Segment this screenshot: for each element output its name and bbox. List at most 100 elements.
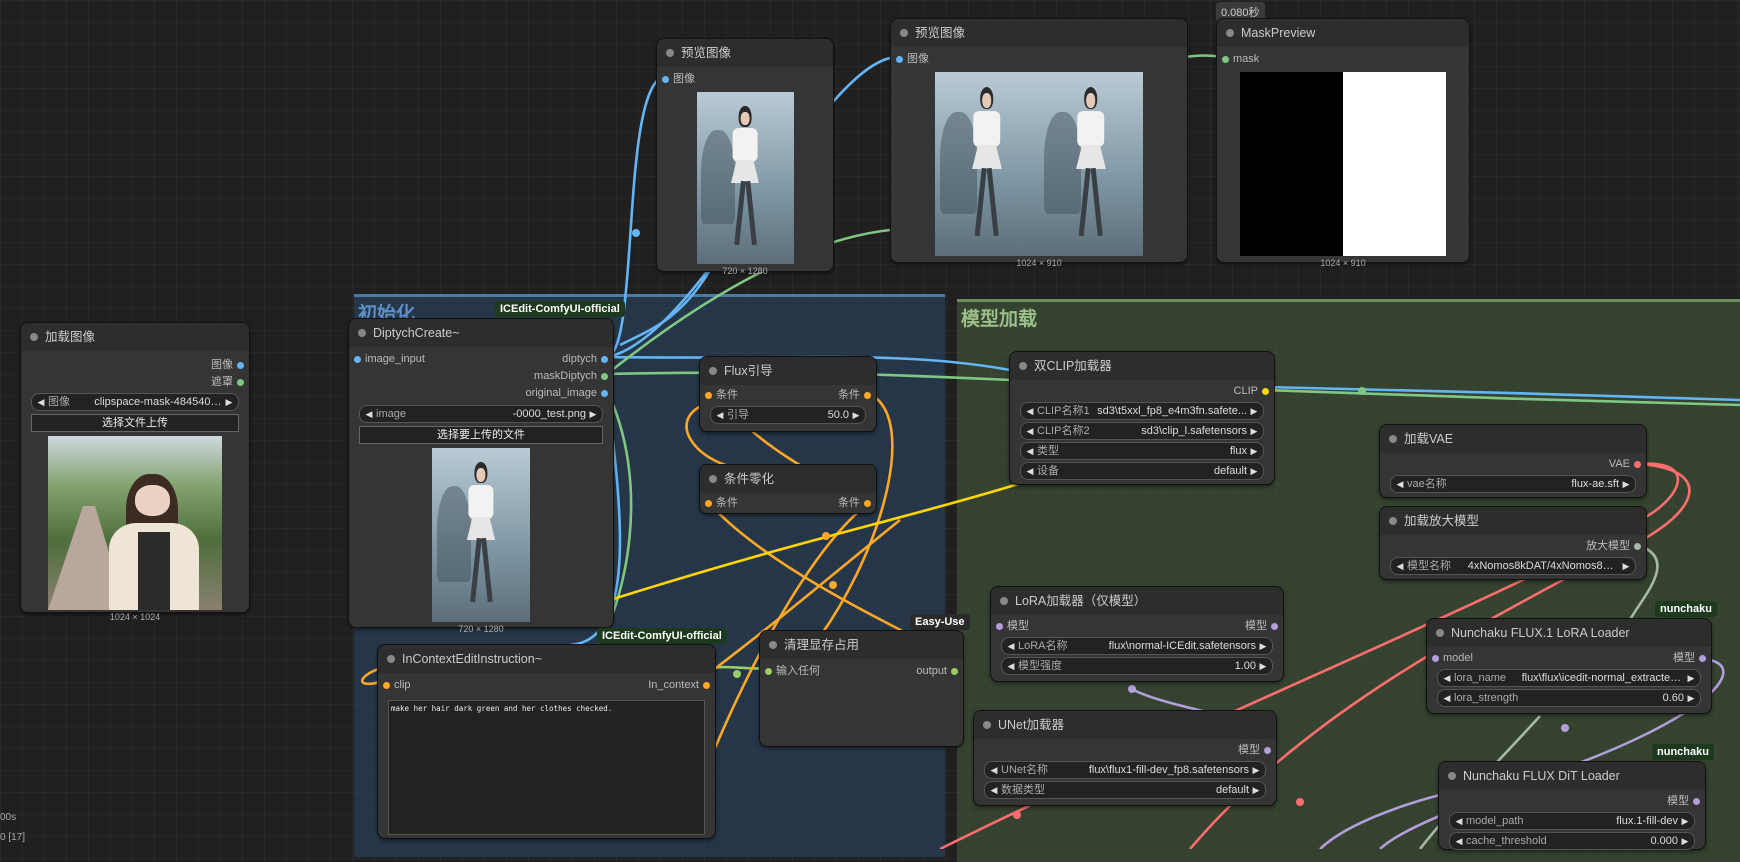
node-title[interactable]: 加载放大模型 bbox=[1380, 507, 1646, 535]
node-title[interactable]: MaskPreview bbox=[1217, 19, 1469, 47]
choose-upload-button[interactable]: 选择要上传的文件 bbox=[359, 426, 603, 444]
output-model[interactable]: 模型 bbox=[974, 742, 1276, 759]
node-title[interactable]: Nunchaku FLUX DiT Loader bbox=[1439, 762, 1705, 790]
input-slot[interactable] bbox=[705, 500, 712, 507]
device-widget[interactable]: ◀ 设备 default ▶ bbox=[1020, 462, 1264, 480]
node-flux-guidance[interactable]: Flux引导 条件 条件 ◀ 引导 50.0 ▶ bbox=[700, 357, 876, 431]
node-preview-image-2[interactable]: 预览图像 图像 1024 × 910 bbox=[891, 19, 1187, 268]
node-title[interactable]: 预览图像 bbox=[891, 19, 1187, 47]
clip-name-2-widget[interactable]: ◀ CLIP名称2 sd3\clip_l.safetensors ▶ bbox=[1020, 422, 1264, 440]
node-title[interactable]: LoRA加载器（仅模型） bbox=[991, 587, 1283, 615]
model-name-widget[interactable]: ◀ 模型名称 4xNomos8kDAT/4xNomos8kD... ▶ bbox=[1390, 557, 1636, 575]
image-select-widget[interactable]: ◀ 图像 clipspace-mask-484540.6.... ▶ bbox=[31, 393, 239, 411]
decrement-arrow-icon[interactable]: ◀ bbox=[1004, 658, 1018, 674]
lora-name-widget[interactable]: ◀ LoRA名称 flux\normal-ICEdit.safetensors ▶ bbox=[1001, 637, 1273, 655]
model-io[interactable]: model 模型 bbox=[1427, 650, 1711, 667]
output-mask-diptych[interactable]: maskDiptych bbox=[349, 368, 613, 385]
increment-arrow-icon[interactable]: ▶ bbox=[1247, 403, 1261, 419]
output-clip[interactable]: CLIP bbox=[1010, 383, 1274, 400]
input-mask[interactable]: mask bbox=[1217, 51, 1469, 68]
guidance-widget[interactable]: ◀ 引导 50.0 ▶ bbox=[710, 406, 866, 424]
output-slot[interactable] bbox=[1264, 747, 1271, 754]
node-title[interactable]: 预览图像 bbox=[657, 39, 833, 67]
increment-arrow-icon[interactable]: ▶ bbox=[1249, 782, 1263, 798]
unet-name-widget[interactable]: ◀ UNet名称 flux\flux1-fill-dev_fp8.safetenso… bbox=[984, 761, 1266, 779]
increment-arrow-icon[interactable]: ▶ bbox=[1619, 558, 1633, 574]
increment-arrow-icon[interactable]: ▶ bbox=[1684, 690, 1698, 706]
input-slot[interactable] bbox=[662, 76, 669, 83]
decrement-arrow-icon[interactable]: ◀ bbox=[34, 394, 48, 410]
input-slot[interactable] bbox=[1222, 56, 1229, 63]
node-title[interactable]: 条件零化 bbox=[700, 465, 876, 493]
vae-name-widget[interactable]: ◀ vae名称 flux-ae.sft ▶ bbox=[1390, 475, 1636, 493]
output-slot[interactable] bbox=[951, 668, 958, 675]
output-model[interactable]: 模型 bbox=[1439, 793, 1705, 810]
input-slot[interactable] bbox=[354, 356, 361, 363]
node-title[interactable]: 加载VAE bbox=[1380, 425, 1646, 453]
image-file-widget[interactable]: ◀ image -0000_test.png ▶ bbox=[359, 405, 603, 423]
node-diptych-create[interactable]: DiptychCreate~ image_input diptych maskDi… bbox=[349, 319, 613, 634]
node-nunchaku-lora-loader[interactable]: Nunchaku FLUX.1 LoRA Loader model 模型 ◀ lor… bbox=[1427, 619, 1711, 713]
node-title[interactable]: Flux引导 bbox=[700, 357, 876, 385]
clip-context-io[interactable]: clip In_context bbox=[378, 677, 715, 694]
increment-arrow-icon[interactable]: ▶ bbox=[586, 406, 600, 422]
lora-name-widget[interactable]: ◀ lora_name flux\flux\icedit-normal_extrac… bbox=[1437, 669, 1701, 687]
node-load-vae[interactable]: 加载VAE VAE ◀ vae名称 flux-ae.sft ▶ bbox=[1380, 425, 1646, 497]
input-image[interactable]: 图像 bbox=[891, 51, 1187, 68]
model-io[interactable]: 模型 模型 bbox=[991, 618, 1283, 635]
decrement-arrow-icon[interactable]: ◀ bbox=[1004, 638, 1018, 654]
output-slot[interactable] bbox=[864, 392, 871, 399]
node-nunchaku-dit-loader[interactable]: Nunchaku FLUX DiT Loader 模型 ◀ model_path f… bbox=[1439, 762, 1705, 850]
decrement-arrow-icon[interactable]: ◀ bbox=[987, 762, 1001, 778]
node-dual-clip-loader[interactable]: 双CLIP加载器 CLIP ◀ CLIP名称1 sd3\t5xxl_fp8_e4m3… bbox=[1010, 352, 1274, 484]
increment-arrow-icon[interactable]: ▶ bbox=[1256, 658, 1270, 674]
output-slot[interactable] bbox=[1634, 543, 1641, 550]
output-slot[interactable] bbox=[601, 356, 608, 363]
output-slot[interactable] bbox=[1262, 388, 1269, 395]
node-title[interactable]: InContextEditInstruction~ bbox=[378, 645, 715, 673]
node-upscale-model-loader[interactable]: 加载放大模型 放大模型 ◀ 模型名称 4xNomos8kDAT/4xNomos8kD… bbox=[1380, 507, 1646, 579]
cond-io[interactable]: 条件 条件 bbox=[700, 495, 876, 512]
decrement-arrow-icon[interactable]: ◀ bbox=[1440, 690, 1454, 706]
node-title[interactable]: DiptychCreate~ bbox=[349, 319, 613, 347]
node-unet-loader[interactable]: UNet加载器 模型 ◀ UNet名称 flux\flux1-fill-dev_fp… bbox=[974, 711, 1276, 805]
model-strength-widget[interactable]: ◀ 模型强度 1.00 ▶ bbox=[1001, 657, 1273, 675]
node-title[interactable]: UNet加载器 bbox=[974, 711, 1276, 739]
decrement-arrow-icon[interactable]: ◀ bbox=[987, 782, 1001, 798]
cond-io[interactable]: 条件 条件 bbox=[700, 387, 876, 404]
upload-file-button[interactable]: 选择文件上传 bbox=[31, 414, 239, 432]
increment-arrow-icon[interactable]: ▶ bbox=[1256, 638, 1270, 654]
decrement-arrow-icon[interactable]: ◀ bbox=[1393, 558, 1407, 574]
node-conditioning-zero[interactable]: 条件零化 条件 条件 bbox=[700, 465, 876, 513]
increment-arrow-icon[interactable]: ▶ bbox=[222, 394, 236, 410]
output-slot[interactable] bbox=[601, 373, 608, 380]
output-slot[interactable] bbox=[601, 390, 608, 397]
output-slot[interactable] bbox=[1693, 798, 1700, 805]
increment-arrow-icon[interactable]: ▶ bbox=[1678, 833, 1692, 849]
output-mask[interactable]: 遮罩 bbox=[21, 374, 249, 391]
increment-arrow-icon[interactable]: ▶ bbox=[1684, 670, 1698, 686]
input-slot[interactable] bbox=[705, 392, 712, 399]
input-slot[interactable] bbox=[1432, 655, 1439, 662]
node-lora-loader-model-only[interactable]: LoRA加载器（仅模型） 模型 模型 ◀ LoRA名称 flux\normal-ICE… bbox=[991, 587, 1283, 681]
decrement-arrow-icon[interactable]: ◀ bbox=[1452, 833, 1466, 849]
increment-arrow-icon[interactable]: ▶ bbox=[1249, 762, 1263, 778]
input-image-input[interactable]: image_input diptych bbox=[349, 351, 613, 368]
input-slot[interactable] bbox=[996, 623, 1003, 630]
decrement-arrow-icon[interactable]: ◀ bbox=[1440, 670, 1454, 686]
model-path-widget[interactable]: ◀ model_path flux.1-fill-dev ▶ bbox=[1449, 812, 1695, 830]
output-slot[interactable] bbox=[1634, 461, 1641, 468]
node-load-image[interactable]: 加载图像 图像 遮罩 ◀ 图像 clipspace-mask-484540.6.… bbox=[21, 323, 249, 622]
node-preview-image-1[interactable]: 预览图像 图像 720 × 1280 bbox=[657, 39, 833, 276]
clip-type-widget[interactable]: ◀ 类型 flux ▶ bbox=[1020, 442, 1264, 460]
node-title[interactable]: Nunchaku FLUX.1 LoRA Loader bbox=[1427, 619, 1711, 647]
instruction-textarea[interactable]: make her hair dark green and her clothes… bbox=[388, 700, 705, 835]
input-slot[interactable] bbox=[896, 56, 903, 63]
lora-strength-widget[interactable]: ◀ lora_strength 0.60 ▶ bbox=[1437, 689, 1701, 707]
input-slot[interactable] bbox=[383, 682, 390, 689]
output-upscale-model[interactable]: 放大模型 bbox=[1380, 538, 1646, 555]
increment-arrow-icon[interactable]: ▶ bbox=[1247, 443, 1261, 459]
node-clean-vram[interactable]: 清理显存占用 输入任何 output bbox=[760, 631, 963, 746]
decrement-arrow-icon[interactable]: ◀ bbox=[1452, 813, 1466, 829]
increment-arrow-icon[interactable]: ▶ bbox=[1247, 423, 1261, 439]
